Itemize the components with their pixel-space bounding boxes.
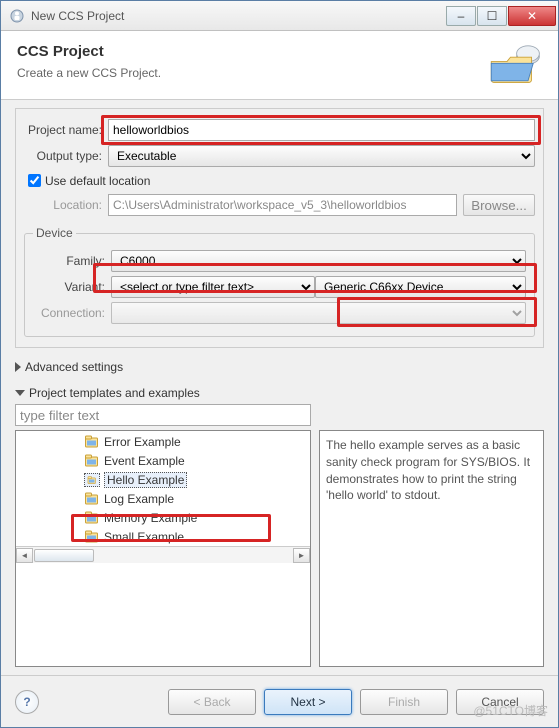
use-default-location-row: Use default location bbox=[24, 171, 535, 190]
scroll-thumb[interactable] bbox=[34, 549, 94, 562]
template-label: Error Example bbox=[104, 435, 181, 449]
folder-icon bbox=[486, 43, 542, 87]
template-item[interactable]: Error Example bbox=[16, 432, 310, 451]
project-name-input[interactable] bbox=[108, 119, 535, 141]
connection-label: Connection: bbox=[33, 306, 111, 320]
advanced-settings-toggle[interactable]: Advanced settings bbox=[15, 360, 544, 374]
cancel-button[interactable]: Cancel bbox=[456, 689, 544, 715]
template-item[interactable]: Small Example bbox=[16, 527, 310, 546]
titlebar[interactable]: New CCS Project – ☐ ✕ bbox=[1, 1, 558, 31]
template-icon bbox=[84, 435, 100, 449]
templates-tree[interactable]: Error Example Event Example Hello Example L… bbox=[15, 430, 311, 667]
output-type-select[interactable]: Executable bbox=[108, 145, 535, 167]
location-label: Location: bbox=[24, 198, 108, 212]
use-default-location-label: Use default location bbox=[45, 174, 150, 188]
dialog-header: CCS Project Create a new CCS Project. bbox=[1, 31, 558, 100]
dialog-subtitle: Create a new CCS Project. bbox=[17, 66, 486, 80]
location-row: Location: Browse... bbox=[24, 194, 535, 216]
project-name-row: Project name: bbox=[24, 119, 535, 141]
output-type-label: Output type: bbox=[24, 149, 108, 163]
window-title: New CCS Project bbox=[31, 9, 446, 23]
template-item[interactable]: Event Example bbox=[16, 451, 310, 470]
template-icon bbox=[84, 511, 100, 525]
variant-filter-select[interactable]: <select or type filter text> bbox=[111, 276, 315, 298]
chevron-down-icon bbox=[15, 390, 25, 396]
chevron-right-icon bbox=[15, 362, 21, 372]
template-description: The hello example serves as a basic sani… bbox=[319, 430, 544, 667]
project-name-label: Project name: bbox=[24, 123, 108, 137]
family-label: Family: bbox=[33, 254, 111, 268]
template-item[interactable]: Memory Example bbox=[16, 508, 310, 527]
template-label: Event Example bbox=[104, 454, 185, 468]
minimize-button[interactable]: – bbox=[446, 6, 476, 26]
dialog-content: Project name: Output type: Executable Us… bbox=[1, 100, 558, 675]
output-type-row: Output type: Executable bbox=[24, 145, 535, 167]
template-item[interactable]: Log Example bbox=[16, 489, 310, 508]
maximize-button[interactable]: ☐ bbox=[477, 6, 507, 26]
finish-button[interactable]: Finish bbox=[360, 689, 448, 715]
dialog-title: CCS Project bbox=[17, 43, 486, 60]
help-button[interactable]: ? bbox=[15, 690, 39, 714]
template-icon bbox=[84, 492, 100, 506]
scroll-right-arrow[interactable]: ► bbox=[293, 548, 310, 563]
template-icon bbox=[84, 473, 100, 487]
template-label: Memory Example bbox=[104, 511, 197, 525]
device-legend: Device bbox=[33, 226, 76, 240]
template-icon bbox=[84, 530, 100, 544]
close-button[interactable]: ✕ bbox=[508, 6, 556, 26]
app-icon bbox=[9, 8, 25, 24]
template-label: Hello Example bbox=[104, 472, 187, 488]
templates-filter-input[interactable] bbox=[15, 404, 311, 426]
use-default-location-checkbox[interactable] bbox=[28, 174, 41, 187]
next-button[interactable]: Next > bbox=[264, 689, 352, 715]
scroll-left-arrow[interactable]: ◄ bbox=[16, 548, 33, 563]
button-bar: ? < Back Next > Finish Cancel bbox=[1, 675, 558, 727]
back-button[interactable]: < Back bbox=[168, 689, 256, 715]
template-item[interactable]: Hello Example bbox=[16, 470, 310, 489]
templates-area: Error Example Event Example Hello Example L… bbox=[15, 430, 544, 667]
location-input bbox=[108, 194, 457, 216]
template-label: Log Example bbox=[104, 492, 174, 506]
templates-toggle[interactable]: Project templates and examples bbox=[15, 386, 544, 400]
template-icon bbox=[84, 454, 100, 468]
device-fieldset: Device Family: C6000 Variant: <select or… bbox=[24, 226, 535, 337]
family-select[interactable]: C6000 bbox=[111, 250, 526, 272]
horizontal-scrollbar[interactable]: ◄ ► bbox=[16, 546, 310, 563]
template-label: Small Example bbox=[104, 530, 184, 544]
dialog-window: New CCS Project – ☐ ✕ CCS Project Create… bbox=[0, 0, 559, 728]
browse-button: Browse... bbox=[463, 194, 535, 216]
connection-select bbox=[111, 302, 526, 324]
variant-label: Variant: bbox=[33, 280, 111, 294]
variant-select[interactable]: Generic C66xx Device bbox=[315, 276, 526, 298]
